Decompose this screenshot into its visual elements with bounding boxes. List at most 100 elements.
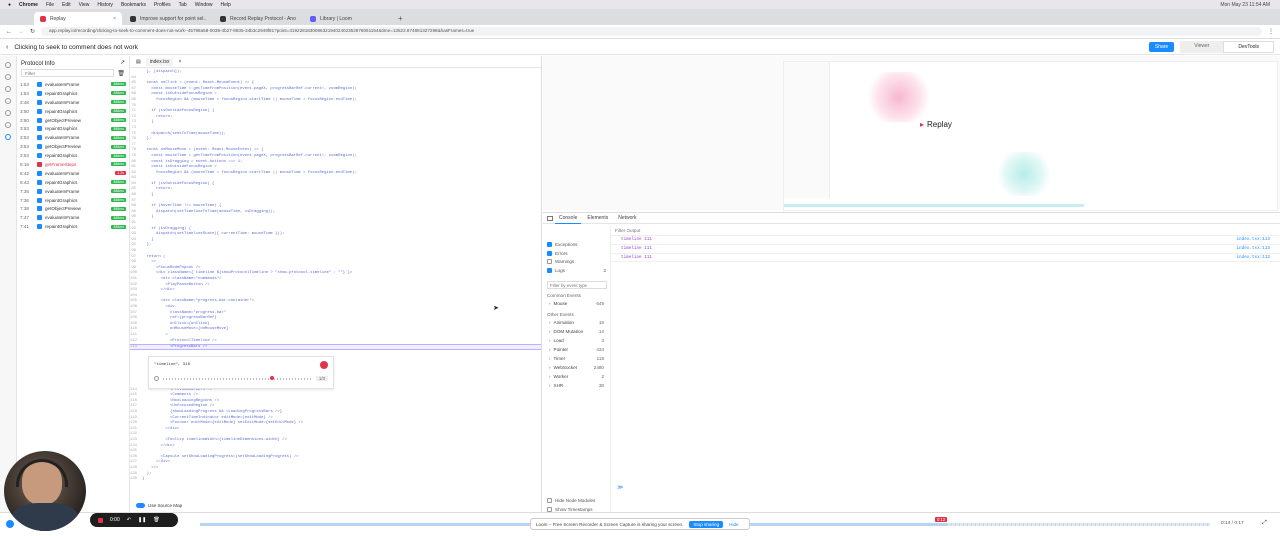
panel-toggle-icon[interactable] [547,215,553,221]
back-icon[interactable]: ← [6,29,12,35]
level-filter-row[interactable]: Errors [543,249,610,258]
level-filter-row[interactable]: Warnings [543,258,610,267]
protocol-row[interactable]: 3:48 evaluateInFrame 388ms [17,98,129,107]
source-map-toggle[interactable] [136,503,145,508]
event-row[interactable]: › Pointer 434 [543,345,610,354]
protocol-row[interactable]: 7:41 repaintGraphics 388ms [17,222,129,231]
menubar-edit[interactable]: Edit [62,2,71,8]
events-icon[interactable] [5,74,11,80]
stop-sharing-button[interactable]: Stop sharing [689,520,724,528]
record-icon[interactable] [98,517,103,523]
hit-scrubber[interactable] [163,375,312,380]
protocol-row[interactable]: 7:38 getObjectPreview 388ms [17,204,129,213]
line-number[interactable]: 130 [130,477,142,483]
code-line[interactable]: 130} [130,477,541,483]
trash-icon[interactable]: 🗑 [153,517,159,523]
protocol-row[interactable]: 7:36 evaluateInFrame 388ms [17,187,129,196]
line-number[interactable]: 112 [130,339,142,345]
protocol-row[interactable]: 3:53 repaintGraphics 388ms [17,151,129,160]
back-arrow-icon[interactable]: ‹ [6,44,8,51]
share-button[interactable]: Share [1148,42,1175,52]
show-timestamps-checkbox[interactable] [547,506,552,512]
protocol-row[interactable]: 3:50 getObjectPreview 388ms [17,116,129,125]
code-icon[interactable] [5,134,11,140]
menubar-help[interactable]: Help [221,2,231,8]
address-bar[interactable]: app.replay.io/recording/clicking-to-seek… [41,27,1262,36]
open-external-icon[interactable]: ↗ [120,59,129,66]
comment-marker[interactable]: 0:12 [935,517,948,522]
event-row[interactable]: › WebSocket 2480 [543,363,610,372]
comments-icon[interactable] [5,62,11,68]
console-prompt[interactable]: ≫ [617,484,623,491]
event-row[interactable]: › DOM Mutation 14 [543,327,610,336]
protocol-row[interactable]: 7:36 repaintGraphics 388ms [17,196,129,205]
close-icon[interactable]: × [178,59,181,65]
protocol-row[interactable]: 6:42 evaluateInFrame 1.2s [17,169,129,178]
trash-icon[interactable]: 🗑 [117,70,125,77]
console-message[interactable]: timeline 111 index.tsx:113 [611,236,1280,245]
event-row[interactable]: › Animation 19 [543,318,610,327]
menubar-window[interactable]: Window [195,2,213,8]
browser-tab-github[interactable]: Improve support for point sel... [124,12,212,25]
protocol-filter-input[interactable] [21,69,115,77]
event-filter-input[interactable] [547,281,607,290]
apple-icon[interactable]: ● [8,2,11,8]
hide-button[interactable]: Hide [729,522,738,527]
close-icon[interactable]: × [113,16,116,22]
forward-icon[interactable]: → [18,29,24,35]
undo-icon[interactable]: ↶ [127,517,131,523]
event-row[interactable]: › Worker 2 [543,372,610,381]
avatar[interactable] [320,361,328,369]
level-filter-checkbox[interactable] [547,268,552,274]
event-row[interactable]: › Timer 118 [543,354,610,363]
tab-network[interactable]: Network [614,213,640,223]
browser-tab-protocol[interactable]: Record Replay Protocol - Ano... [214,12,302,25]
protocol-row[interactable]: 3:53 repaintGraphics 388ms [17,124,129,133]
event-row[interactable]: › Mouse 649 [543,299,610,308]
line-number[interactable]: 113 [130,345,142,349]
protocol-row[interactable]: 1:53 evaluateInFrame 388ms [17,80,129,89]
new-tab-icon[interactable]: + [394,14,407,25]
console-message[interactable]: timeline 111 index.tsx:113 [611,245,1280,254]
hide-node-modules-checkbox[interactable] [547,497,552,503]
protocol-row[interactable]: 3:50 repaintGraphics 388ms [17,107,129,116]
log-expression[interactable]: "timeline", 318 [154,363,190,367]
tab-elements[interactable]: Elements [583,213,612,223]
protocol-row[interactable]: 6:43 repaintGraphics 388ms [17,178,129,187]
extensions-icon[interactable]: ⋮ [1268,28,1274,35]
webcam-bubble[interactable] [4,451,86,531]
level-filter-checkbox[interactable] [547,250,552,256]
level-filter-row[interactable]: Logs 2 [543,266,610,275]
fullscreen-icon[interactable]: ⤢ [1262,520,1267,527]
menubar-tab[interactable]: Tab [179,2,187,8]
menubar-file[interactable]: File [46,2,54,8]
editor-tab-index[interactable]: index.tsx [145,57,174,66]
tab-console[interactable]: Console [555,213,582,224]
menubar-app[interactable]: Chrome [19,2,38,8]
devtools-toggle[interactable]: DevTools [1223,41,1274,53]
protocol-row[interactable]: 7:47 evaluateInFrame 388ms [17,213,129,222]
protocol-row[interactable]: 3:53 evaluateInFrame 388ms [17,133,129,142]
menubar-profiles[interactable]: Profiles [154,2,171,8]
level-filter-checkbox[interactable] [547,241,552,247]
viewer-toggle[interactable]: Viewer [1180,41,1224,53]
menubar-bookmarks[interactable]: Bookmarks [121,2,146,8]
reload-icon[interactable]: ↻ [30,28,35,35]
protocol-row[interactable]: 1:53 repaintGraphics 388ms [17,89,129,98]
event-row[interactable]: › XHR 38 [543,381,610,390]
console-source-link[interactable]: index.tsx:113 [1236,246,1270,251]
browser-tab-replay[interactable]: Replay × [34,12,122,25]
browser-tab-loom[interactable]: Library | Loom [304,12,392,25]
level-filter-checkbox[interactable] [547,259,552,265]
protocol-row[interactable]: 6:16 getFrameSteps 388ms [17,160,129,169]
pause-icon[interactable]: ❚❚ [138,517,146,523]
console-message[interactable]: timeline 111 index.tsx:113 [611,254,1280,263]
level-filter-row[interactable]: Exceptions [543,240,610,249]
menubar-view[interactable]: View [79,2,90,8]
protocol-row[interactable]: 3:53 getObjectPreview 388ms [17,142,129,151]
filter-output-input[interactable] [611,226,1279,236]
hit-marker[interactable] [270,375,275,380]
event-row[interactable]: › Load 3 [543,336,610,345]
console-source-link[interactable]: index.tsx:113 [1236,255,1270,260]
explorer-icon[interactable] [5,86,11,92]
